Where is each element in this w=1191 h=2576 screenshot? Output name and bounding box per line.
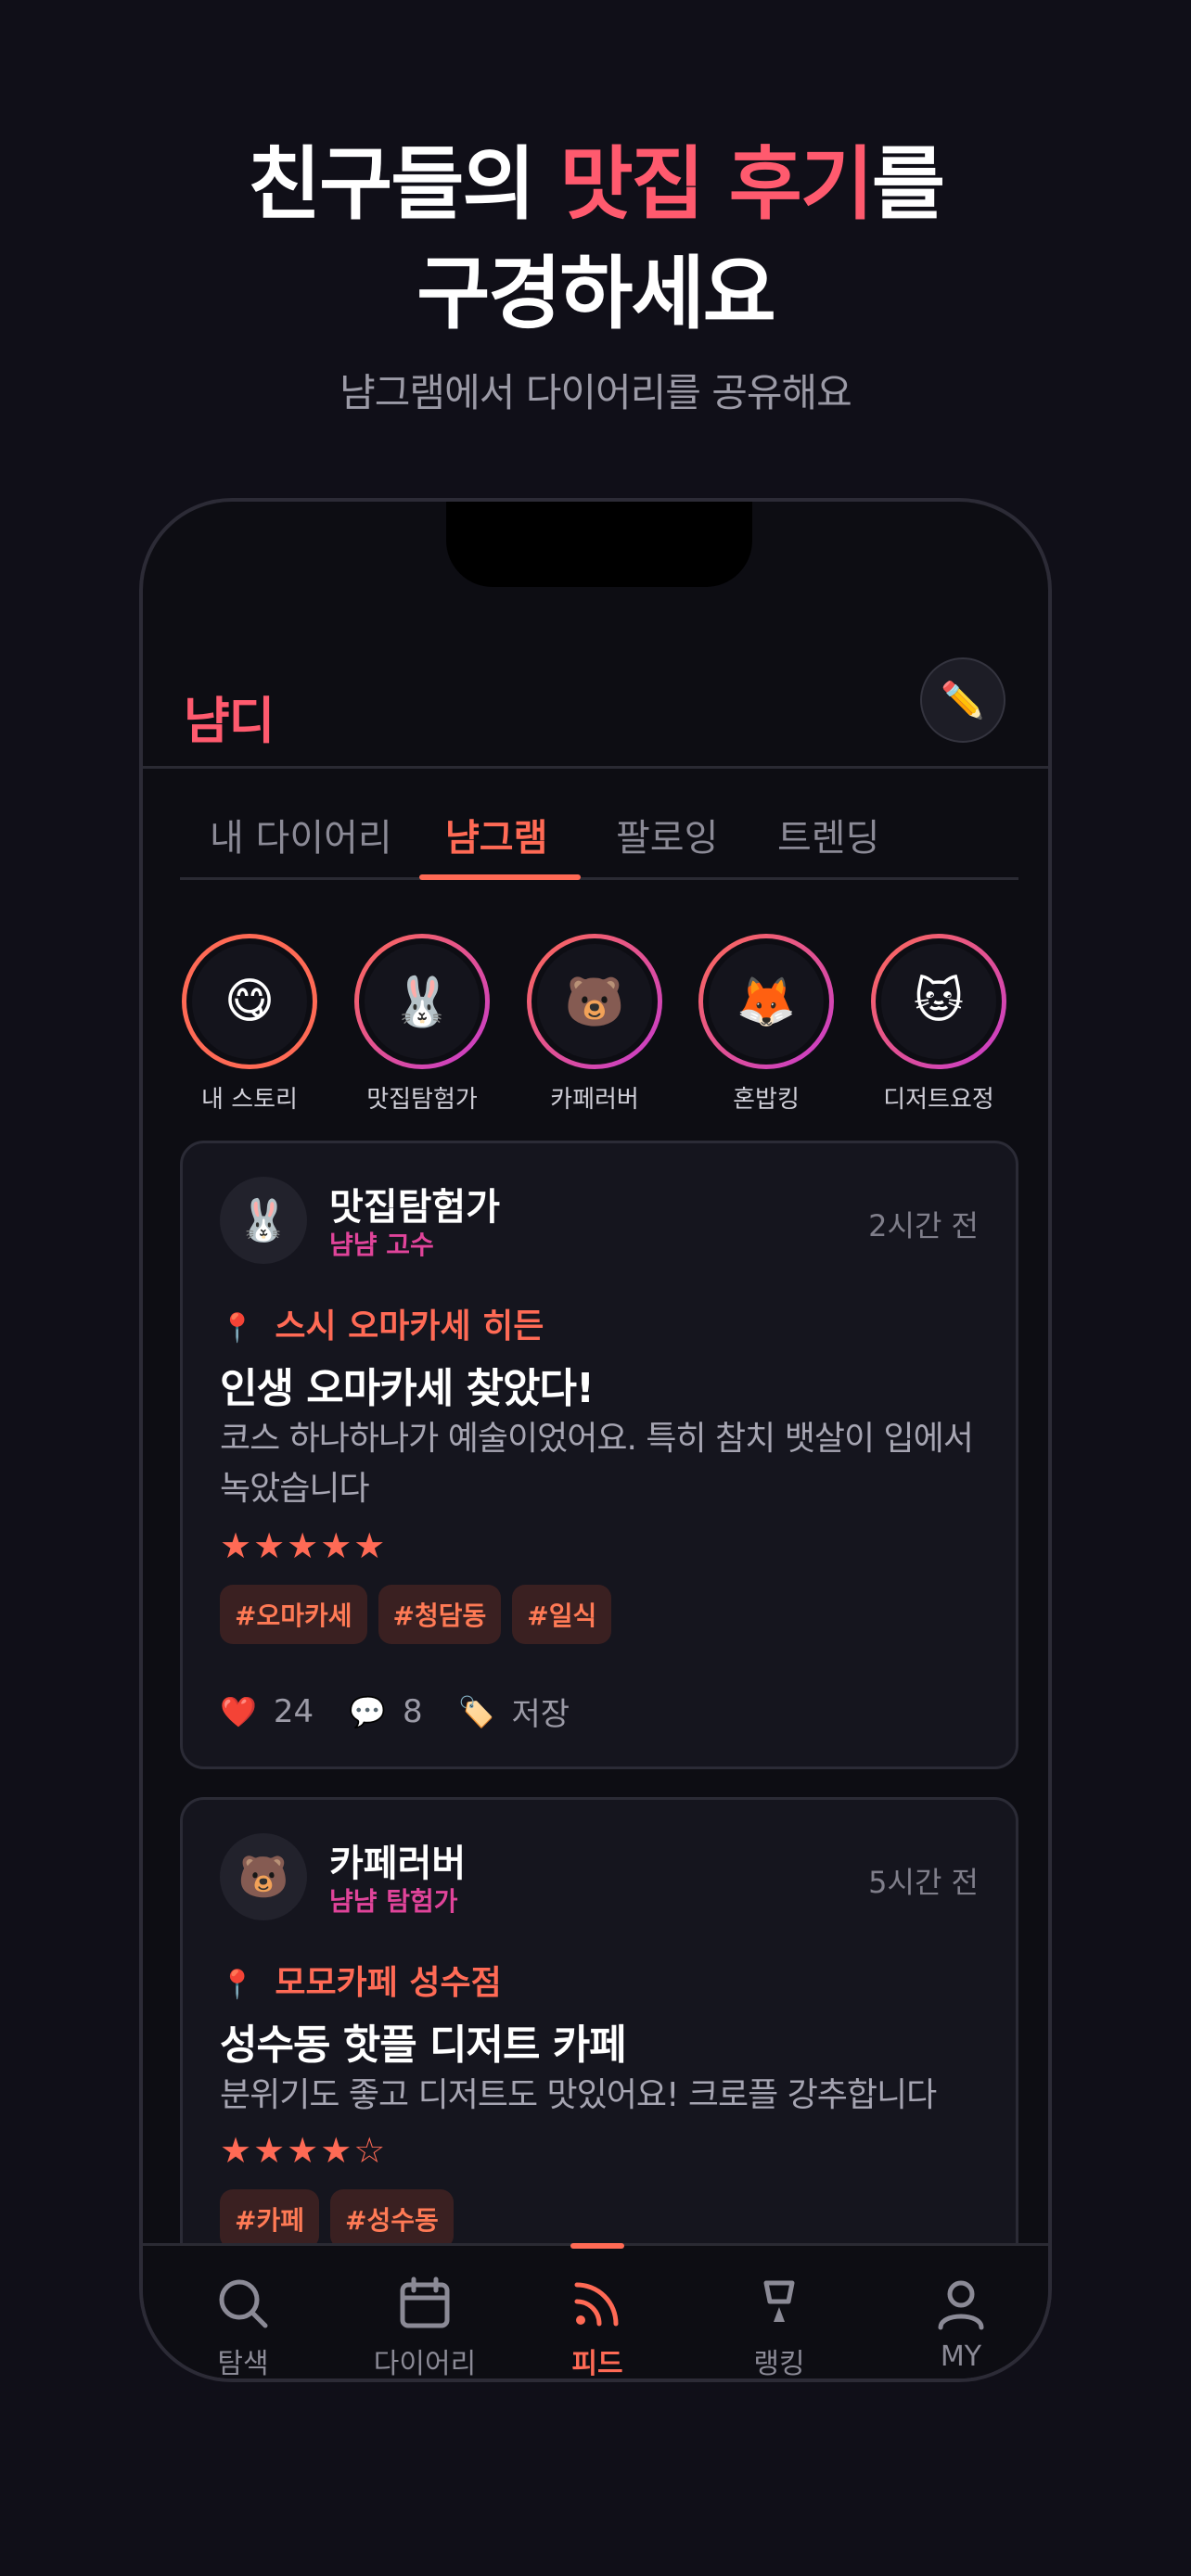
story-ring: 😋	[182, 934, 317, 1069]
calendar-icon	[334, 2246, 516, 2331]
bottom-navigation: 탐색 다이어리 피드 랭킹 MY	[143, 2243, 1048, 2380]
hero-subtitle: 냠그램에서 다이어리를 공유해요	[339, 370, 852, 415]
write-button[interactable]: ✏️	[920, 657, 1005, 743]
search-icon	[152, 2246, 334, 2331]
hashtag[interactable]: #카페	[220, 2189, 319, 2249]
hashtag[interactable]: #청담동	[378, 1585, 502, 1644]
nav-label: MY	[940, 2340, 982, 2373]
story-ring: 🐻	[527, 934, 662, 1069]
tab-my-diary[interactable]: 내 다이어리	[210, 808, 392, 861]
rating-stars: ★★★★☆	[220, 2130, 388, 2171]
avatar[interactable]: 🐰	[220, 1177, 307, 1264]
post-actions: ❤️ 24 💬 8 🏷️ 저장	[220, 1689, 605, 1734]
heart-icon: ❤️	[220, 1693, 257, 1729]
hero-section: 친구들의 맛집 후기를 구경하세요 냠그램에서 다이어리를 공유해요	[0, 130, 1191, 418]
nav-feed[interactable]: 피드	[506, 2246, 688, 2380]
story-ring: 🦊	[698, 934, 834, 1069]
story-label: 혼밥킹	[733, 1086, 800, 1114]
comment-button[interactable]: 💬 8	[349, 1693, 422, 1730]
story-label: 내 스토리	[201, 1086, 298, 1114]
nav-ranking[interactable]: 랭킹	[688, 2246, 870, 2380]
hero-title-post: 를	[871, 138, 945, 231]
nav-label: 피드	[571, 2348, 623, 2380]
story-item[interactable]: 🐻 카페러버	[506, 934, 683, 1115]
trophy-icon	[688, 2246, 870, 2331]
story-ring: 🐰	[354, 934, 490, 1069]
save-label: 저장	[511, 1696, 570, 1733]
user-level-badge: 냠냠 탐험가	[329, 1886, 458, 1917]
like-button[interactable]: ❤️ 24	[220, 1693, 314, 1730]
hashtag[interactable]: #오마카세	[220, 1585, 367, 1644]
hero-title-line1: 친구들의 맛집 후기를	[0, 130, 1191, 239]
pin-icon: 📍	[220, 1969, 255, 2001]
hero-title-line2: 구경하세요	[416, 248, 776, 340]
post-username[interactable]: 카페러버	[329, 1833, 466, 1887]
active-tab-indicator	[419, 874, 581, 880]
post-timestamp: 2시간 전	[868, 1208, 979, 1243]
nav-label: 랭킹	[753, 2348, 805, 2380]
rating-stars: ★★★★★	[220, 1525, 388, 1566]
story-label: 디저트요정	[883, 1086, 994, 1114]
hashtag[interactable]: #일식	[512, 1585, 612, 1644]
hero-title-pre: 친구들의	[248, 138, 560, 231]
post-username[interactable]: 맛집탐험가	[329, 1177, 500, 1231]
hero-title-accent: 맛집 후기	[559, 138, 873, 231]
post-place[interactable]: 📍 스시 오마카세 히든	[220, 1299, 544, 1347]
save-button[interactable]: 🏷️ 저장	[458, 1689, 570, 1734]
story-label: 카페러버	[550, 1086, 639, 1114]
post-timestamp: 5시간 전	[868, 1865, 979, 1900]
comment-icon: 💬	[349, 1693, 386, 1729]
story-item[interactable]: 🦊 혼밥킹	[678, 934, 854, 1115]
nav-my[interactable]: MY	[870, 2246, 1048, 2373]
avatar[interactable]: 🐻	[220, 1833, 307, 1920]
app-header: 냠디 ✏️	[143, 650, 1048, 769]
phone-notch	[446, 502, 752, 587]
story-item[interactable]: 🐰 맛집탐험가	[334, 934, 510, 1115]
post-tags: #오마카세 #청담동 #일식	[220, 1585, 612, 1644]
post-body: 코스 하나하나가 예술이었어요. 특히 참치 뱃살이 입에서 녹았습니다	[220, 1420, 974, 1508]
stories-row: 😋 내 스토리 🐰 맛집탐험가 🐻 카페러버 🦊 혼밥킹 🐱 디저트요정	[143, 934, 1048, 1119]
story-item[interactable]: 🐱 디저트요정	[851, 934, 1027, 1115]
user-level-badge: 냠냠 고수	[329, 1230, 434, 1260]
story-ring: 🐱	[871, 934, 1006, 1069]
post-title: 성수동 핫플 디저트 카페	[220, 2021, 627, 2069]
story-avatar: 🐰	[359, 938, 485, 1065]
tab-following[interactable]: 팔로잉	[616, 808, 718, 861]
post-card[interactable]: 🐰 맛집탐험가 냠냠 고수 2시간 전 📍 스시 오마카세 히든 인생 오마카세 …	[180, 1141, 1018, 1769]
story-avatar: 🐻	[531, 938, 658, 1065]
place-name: 모모카페 성수점	[275, 1964, 502, 2002]
nav-label: 탐색	[217, 2348, 269, 2380]
like-count: 24	[273, 1692, 314, 1730]
pencil-icon: ✏️	[941, 679, 985, 721]
bookmark-icon: 🏷️	[457, 1693, 495, 1729]
nav-label: 다이어리	[373, 2348, 477, 2380]
place-name: 스시 오마카세 히든	[275, 1307, 544, 1345]
post-body: 분위기도 좋고 디저트도 맛있어요! 크로플 강추합니다	[220, 2076, 937, 2114]
story-avatar: 🐱	[876, 938, 1002, 1065]
nav-search[interactable]: 탐색	[152, 2246, 334, 2380]
profile-icon	[870, 2246, 1048, 2331]
story-my[interactable]: 😋 내 스토리	[161, 934, 338, 1115]
hashtag[interactable]: #성수동	[329, 2189, 454, 2249]
post-title: 인생 오마카세 찾았다!	[220, 1365, 595, 1412]
pin-icon: 📍	[220, 1312, 255, 1345]
tab-nyamgram[interactable]: 냠그램	[445, 808, 547, 861]
post-tags: #카페 #성수동	[220, 2189, 454, 2249]
feed-tabs: 내 다이어리 냠그램 팔로잉 트렌딩	[180, 797, 1018, 880]
phone-frame: 냠디 ✏️ 내 다이어리 냠그램 팔로잉 트렌딩 😋 내 스토리 🐰 맛집탐험가…	[139, 498, 1052, 2382]
nav-diary[interactable]: 다이어리	[334, 2246, 516, 2380]
story-label: 맛집탐험가	[366, 1086, 478, 1114]
story-avatar: 😋	[186, 938, 313, 1065]
app-brand-logo: 냠디	[184, 692, 275, 750]
tab-trending[interactable]: 트렌딩	[777, 808, 879, 861]
comment-count: 8	[402, 1692, 423, 1730]
post-place[interactable]: 📍 모모카페 성수점	[220, 1956, 502, 2004]
feed-icon	[506, 2246, 688, 2331]
story-avatar: 🦊	[703, 938, 829, 1065]
